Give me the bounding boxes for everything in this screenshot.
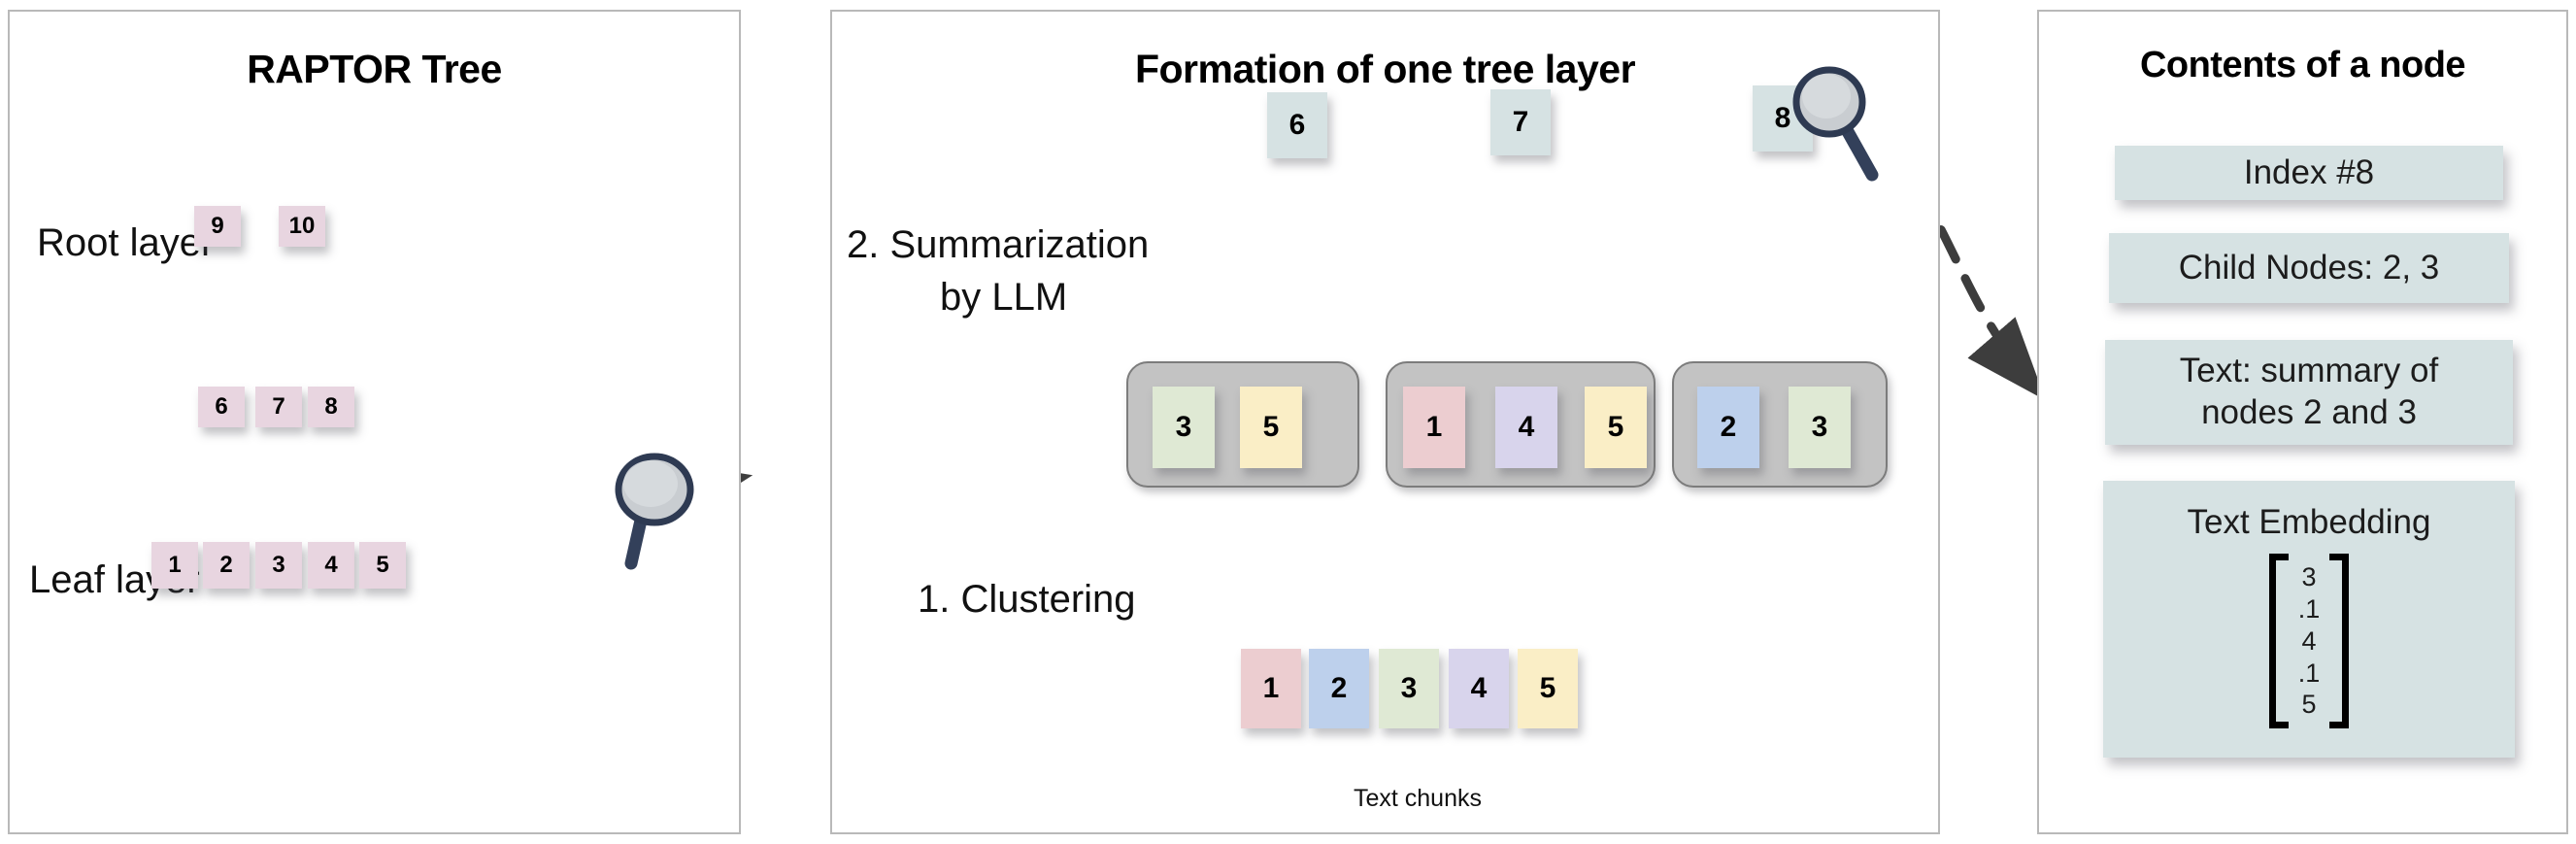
bracket-right-icon bbox=[2329, 553, 2350, 729]
tree-leaf-5[interactable]: 5 bbox=[359, 542, 406, 589]
node-embedding-box: Text Embedding 3 .1 4 .1 5 bbox=[2103, 481, 2515, 758]
embedding-value-0: 3 bbox=[2301, 561, 2317, 591]
cluster-3-member-2[interactable]: 2 bbox=[1697, 387, 1759, 468]
embedding-value-4: 5 bbox=[2301, 690, 2317, 720]
tree-leaf-1[interactable]: 1 bbox=[151, 542, 198, 589]
embedding-title: Text Embedding bbox=[2187, 503, 2431, 541]
embedding-vector: 3 .1 4 .1 5 bbox=[2103, 553, 2515, 729]
tree-leaf-4[interactable]: 4 bbox=[308, 542, 354, 589]
text-chunk-1[interactable]: 1 bbox=[1241, 649, 1301, 728]
label-root-layer: Root layer bbox=[37, 221, 215, 264]
cluster-1-member-5[interactable]: 5 bbox=[1240, 387, 1302, 468]
cluster-3-member-3[interactable]: 3 bbox=[1789, 387, 1851, 468]
summary-node-6[interactable]: 6 bbox=[1267, 92, 1327, 158]
cluster-1-member-3[interactable]: 3 bbox=[1153, 387, 1215, 468]
magnifier-icon[interactable] bbox=[597, 442, 714, 573]
node-child-nodes-box: Child Nodes: 2, 3 bbox=[2109, 233, 2509, 303]
label-step-1-clustering: 1. Clustering bbox=[918, 578, 1136, 621]
magnifier-icon[interactable] bbox=[1787, 66, 1913, 192]
text-chunk-3[interactable]: 3 bbox=[1379, 649, 1439, 728]
cluster-2-member-1[interactable]: 1 bbox=[1403, 387, 1465, 468]
embedding-value-1: .1 bbox=[2297, 593, 2321, 624]
tree-leaf-2[interactable]: 2 bbox=[203, 542, 250, 589]
tree-node-6[interactable]: 6 bbox=[198, 387, 245, 427]
label-step-2-summarization-line2: by LLM bbox=[940, 276, 1068, 319]
tree-node-8[interactable]: 8 bbox=[308, 387, 354, 427]
bracket-left-icon bbox=[2268, 553, 2289, 729]
embedding-value-2: 4 bbox=[2301, 625, 2317, 656]
node-text-line-2: nodes 2 and 3 bbox=[2201, 393, 2417, 431]
embedding-value-3: .1 bbox=[2297, 658, 2321, 688]
tree-node-10[interactable]: 10 bbox=[279, 206, 325, 247]
text-chunk-5[interactable]: 5 bbox=[1518, 649, 1578, 728]
node-index-box: Index #8 bbox=[2115, 146, 2503, 200]
label-step-2-summarization-line1: 2. Summarization bbox=[847, 223, 1150, 266]
cluster-2-member-4[interactable]: 4 bbox=[1495, 387, 1557, 468]
caption-text-chunks: Text chunks bbox=[1353, 785, 1482, 812]
node-text-box: Text: summary of nodes 2 and 3 bbox=[2105, 340, 2513, 445]
cluster-2-member-5[interactable]: 5 bbox=[1585, 387, 1647, 468]
summary-node-7[interactable]: 7 bbox=[1490, 89, 1551, 155]
panel-raptor-tree bbox=[8, 10, 741, 834]
page-title-node-contents: Contents of a node bbox=[2139, 45, 2466, 85]
text-chunk-2[interactable]: 2 bbox=[1309, 649, 1369, 728]
diagram-canvas: RAPTOR Tree Root layer Leaf layer 9 10 6… bbox=[0, 0, 2576, 844]
node-text-line-1: Text: summary of bbox=[2179, 352, 2439, 390]
tree-node-9[interactable]: 9 bbox=[194, 206, 241, 247]
tree-node-7[interactable]: 7 bbox=[255, 387, 302, 427]
page-title-raptor-tree: RAPTOR Tree bbox=[247, 47, 502, 91]
text-chunk-4[interactable]: 4 bbox=[1449, 649, 1509, 728]
tree-leaf-3[interactable]: 3 bbox=[255, 542, 302, 589]
